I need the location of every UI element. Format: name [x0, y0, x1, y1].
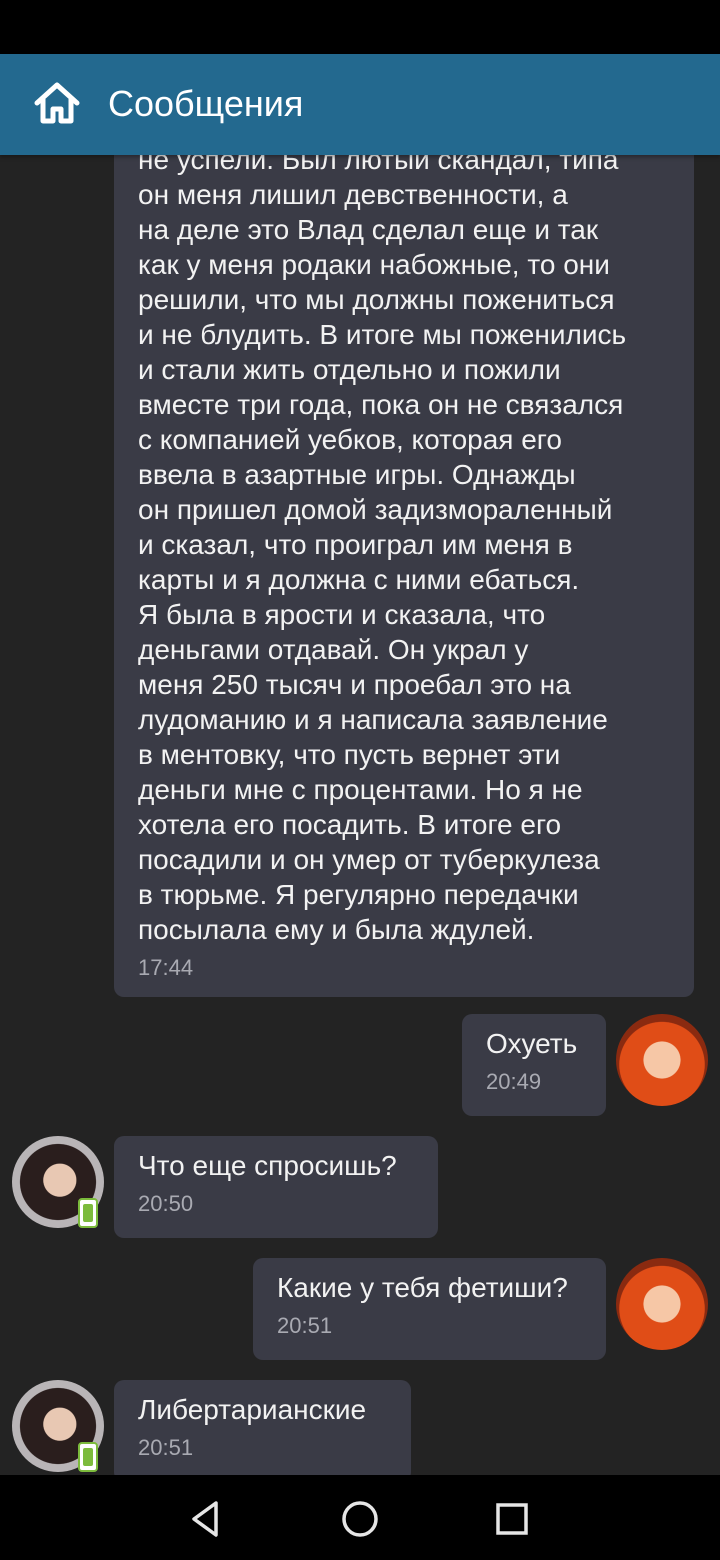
avatar-me[interactable]	[616, 1014, 708, 1106]
status-bar	[0, 0, 720, 54]
message-text: Либертарианские	[138, 1394, 367, 1425]
message-text: Какие у тебя фетиши?	[277, 1272, 568, 1303]
message-text: не успели. Был лютый скандал, типа он ме…	[138, 155, 627, 945]
system-nav-bar	[0, 1475, 720, 1560]
home-circle-icon[interactable]	[338, 1497, 382, 1541]
message-time: 20:51	[138, 1435, 194, 1460]
message-time: 20:50	[138, 1191, 194, 1216]
home-icon[interactable]	[33, 81, 81, 125]
recents-icon[interactable]	[490, 1497, 534, 1541]
back-icon[interactable]	[184, 1497, 228, 1541]
mobile-online-icon	[78, 1442, 98, 1472]
message-text: Охуеть	[486, 1028, 578, 1059]
message-text: Что еще спросишь?	[138, 1150, 397, 1181]
message-bubble-outgoing[interactable]: Охуеть 20:49	[462, 1014, 606, 1116]
app-bar: Сообщения	[0, 54, 720, 155]
message-time: 20:51	[277, 1313, 333, 1338]
message-time: 20:49	[486, 1069, 542, 1094]
mobile-online-icon	[78, 1198, 98, 1228]
message-bubble-outgoing[interactable]: Какие у тебя фетиши? 20:51	[253, 1258, 606, 1360]
message-time: 17:44	[138, 955, 194, 980]
message-bubble-incoming[interactable]: Либертарианские 20:51	[114, 1380, 411, 1475]
page-title: Сообщения	[108, 83, 304, 124]
message-bubble-incoming[interactable]: Что еще спросишь? 20:50	[114, 1136, 438, 1238]
message-list[interactable]: не успели. Был лютый скандал, типа он ме…	[0, 155, 720, 1475]
message-bubble-incoming[interactable]: не успели. Был лютый скандал, типа он ме…	[114, 155, 694, 997]
avatar-me[interactable]	[616, 1258, 708, 1350]
